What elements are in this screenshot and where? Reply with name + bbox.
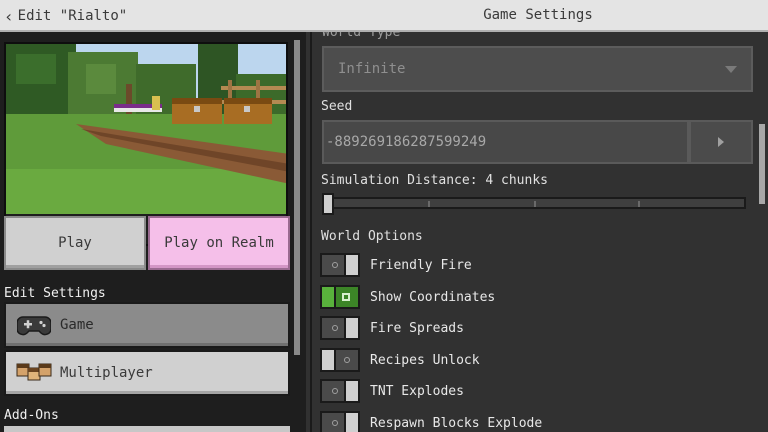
- settings-panel: World Type Infinite Seed Simulation Dist…: [310, 32, 768, 432]
- option-label: Show Coordinates: [370, 289, 496, 305]
- slider-tick: [428, 201, 430, 207]
- simulation-distance-label: Simulation Distance: 4 chunks: [321, 173, 548, 188]
- option-label: Friendly Fire: [370, 257, 472, 273]
- respawn-blocks-explode-toggle[interactable]: [320, 411, 360, 432]
- nav-item-multiplayer[interactable]: Multiplayer: [4, 350, 290, 396]
- option-recipes-unlock: Recipes Unlock: [320, 348, 480, 372]
- friendly-fire-toggle[interactable]: [320, 253, 360, 277]
- arrow-right-icon: [718, 137, 724, 147]
- option-tnt-explodes: TNT Explodes: [320, 379, 464, 403]
- left-panel: Play Play on Realm Edit Settings Game Mu…: [0, 32, 306, 432]
- fire-spreads-toggle[interactable]: [320, 316, 360, 340]
- chevron-left-icon: ‹: [4, 6, 14, 26]
- tnt-explodes-toggle[interactable]: [320, 379, 360, 403]
- option-label: TNT Explodes: [370, 383, 464, 399]
- edit-settings-heading: Edit Settings: [4, 286, 106, 301]
- play-button-label: Play: [58, 235, 92, 251]
- left-scrollbar[interactable]: [294, 40, 300, 355]
- recipes-unlock-toggle[interactable]: [320, 348, 360, 372]
- world-preview-scene: [6, 44, 286, 214]
- page-title: Game Settings: [483, 7, 593, 23]
- show-coordinates-toggle[interactable]: [320, 285, 360, 309]
- seed-picker-button[interactable]: [689, 120, 753, 164]
- option-label: Respawn Blocks Explode: [370, 415, 543, 431]
- back-label: Edit "Rialto": [17, 8, 128, 24]
- top-bar: ‹ Edit "Rialto" Game Settings: [0, 0, 768, 32]
- right-scrollbar[interactable]: [759, 124, 765, 204]
- back-button[interactable]: ‹ Edit "Rialto": [4, 4, 127, 28]
- option-label: Recipes Unlock: [370, 352, 480, 368]
- option-show-coordinates: Show Coordinates: [320, 285, 495, 309]
- nav-item-label: Game: [60, 317, 94, 333]
- option-respawn-blocks-explode: Respawn Blocks Explode: [320, 411, 542, 432]
- option-fire-spreads: Fire Spreads: [320, 316, 464, 340]
- seed-input[interactable]: [322, 120, 689, 164]
- add-ons-heading: Add-Ons: [4, 408, 59, 423]
- simulation-distance-slider[interactable]: [324, 197, 746, 209]
- controller-icon: [14, 309, 54, 341]
- play-on-realm-button[interactable]: Play on Realm: [148, 216, 290, 270]
- option-friendly-fire: Friendly Fire: [320, 253, 472, 277]
- players-icon: [14, 357, 54, 389]
- chevron-down-icon: [725, 66, 737, 73]
- option-label: Fire Spreads: [370, 320, 464, 336]
- play-on-realm-label: Play on Realm: [164, 235, 274, 251]
- simulation-distance-thumb[interactable]: [322, 193, 334, 215]
- slider-tick: [534, 201, 536, 207]
- add-ons-item-partial[interactable]: [4, 426, 290, 432]
- play-button[interactable]: Play: [4, 216, 146, 270]
- seed-label: Seed: [321, 99, 353, 114]
- nav-item-game[interactable]: Game: [4, 302, 290, 348]
- slider-tick: [638, 201, 640, 207]
- world-type-value: Infinite: [338, 61, 406, 77]
- world-type-dropdown[interactable]: Infinite: [322, 46, 753, 92]
- nav-item-label: Multiplayer: [60, 365, 153, 381]
- world-type-label: World Type: [322, 32, 401, 40]
- world-options-heading: World Options: [321, 229, 423, 244]
